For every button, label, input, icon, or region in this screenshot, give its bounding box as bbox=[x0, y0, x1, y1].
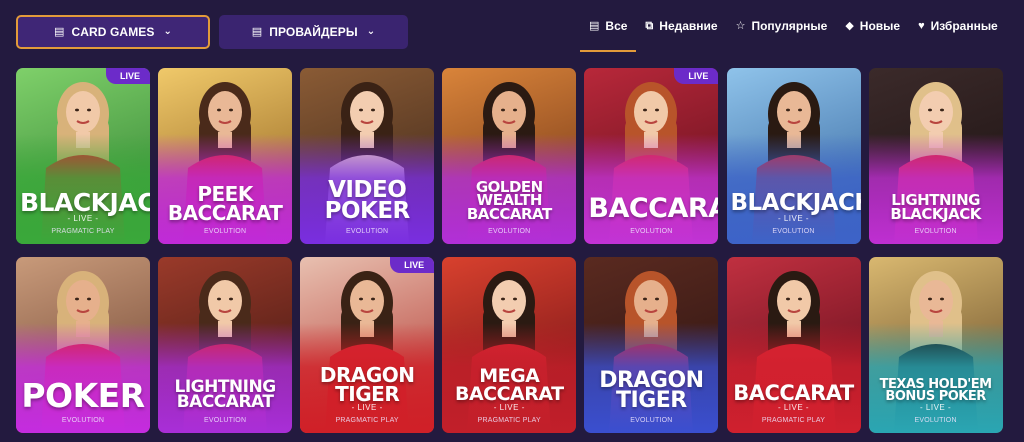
game-card[interactable]: BACCARAT EVOLUTION LIVE bbox=[584, 68, 719, 244]
game-provider: EVOLUTION bbox=[203, 228, 247, 235]
game-card[interactable]: LIGHTNING BACCARAT EVOLUTION bbox=[158, 257, 293, 433]
game-title-line: TIGER bbox=[616, 387, 687, 413]
game-provider: EVOLUTION bbox=[772, 228, 815, 235]
game-provider: PRAGMATIC PLAY bbox=[477, 417, 541, 424]
game-card[interactable]: MEGA BACCARAT - LIVE - PRAGMATIC PLAY bbox=[442, 257, 577, 433]
game-title-line: POKER bbox=[324, 197, 411, 224]
game-title-line: BACCARAT bbox=[167, 200, 283, 225]
game-title-line: POKER bbox=[21, 375, 145, 415]
tab-new[interactable]: ◆ Новые bbox=[836, 0, 909, 52]
star-icon: ☆ bbox=[735, 19, 746, 32]
game-provider: EVOLUTION bbox=[61, 417, 105, 424]
game-title-line: BONUS POKER bbox=[885, 389, 986, 405]
providers-dropdown-label: ПРОВАЙДЕРЫ bbox=[269, 25, 358, 39]
game-title: DRAGON TIGER bbox=[588, 369, 714, 413]
game-card[interactable]: GOLDEN WEALTH BACCARAT EVOLUTION bbox=[442, 68, 577, 244]
live-badge: LIVE bbox=[390, 257, 435, 273]
game-provider: EVOLUTION bbox=[630, 228, 673, 235]
game-card[interactable]: BACCARAT - LIVE - PRAGMATIC PLAY bbox=[726, 257, 861, 433]
game-title: BLACKJACK bbox=[20, 188, 150, 217]
recent-icon: ⧉ bbox=[645, 19, 654, 32]
game-title: LIGHTNING BACCARAT bbox=[162, 378, 288, 413]
game-card[interactable]: TEXAS HOLD'EM BONUS POKER - LIVE - EVOLUTIO… bbox=[868, 257, 1003, 433]
live-badge: LIVE bbox=[674, 68, 719, 84]
live-badge: LIVE bbox=[105, 68, 150, 84]
game-card[interactable]: DRAGON TIGER EVOLUTION bbox=[584, 257, 719, 433]
game-live-label: - LIVE - bbox=[493, 403, 525, 412]
game-title-line: BACCARAT bbox=[588, 193, 718, 225]
list-icon: ▤ bbox=[589, 19, 600, 32]
top-bar: ▤ CARD GAMES ⌄ ▤ ПРОВАЙДЕРЫ ⌄ ▤ Все ⧉ Не… bbox=[0, 0, 1024, 60]
game-card[interactable]: VIDEO POKER EVOLUTION bbox=[300, 68, 435, 244]
game-title: BACCARAT bbox=[588, 193, 718, 225]
game-title-line: TIGER bbox=[335, 381, 400, 406]
game-title-line: BACCARAT bbox=[466, 205, 552, 224]
game-title: VIDEO POKER bbox=[304, 178, 430, 224]
tab-all[interactable]: ▤ Все bbox=[580, 0, 637, 52]
game-card[interactable]: POKER EVOLUTION bbox=[16, 257, 150, 433]
game-title: DRAGON TIGER bbox=[304, 365, 430, 406]
tab-recent[interactable]: ⧉ Недавние bbox=[636, 0, 726, 52]
list-icon: ▤ bbox=[54, 25, 65, 38]
game-title: PEEK BACCARAT bbox=[162, 184, 288, 225]
game-live-label: - LIVE - bbox=[777, 214, 810, 223]
game-live-label: - LIVE - bbox=[920, 403, 952, 412]
game-provider: EVOLUTION bbox=[203, 417, 247, 424]
chevron-down-icon: ⌄ bbox=[163, 26, 172, 37]
game-card[interactable]: PEEK BACCARAT EVOLUTION bbox=[158, 68, 293, 244]
game-title-line: BACCARAT bbox=[454, 382, 564, 405]
tab-label: Новые bbox=[859, 19, 901, 33]
game-card[interactable]: LIGHTNING BLACKJACK EVOLUTION bbox=[868, 68, 1003, 244]
game-live-label: - LIVE - bbox=[777, 403, 810, 412]
diamond-icon: ◆ bbox=[845, 19, 854, 32]
tab-popular[interactable]: ☆ Популярные bbox=[727, 0, 837, 52]
game-title: BACCARAT bbox=[731, 380, 857, 405]
game-provider: EVOLUTION bbox=[346, 228, 389, 235]
tab-label: Все bbox=[605, 19, 628, 33]
game-title-line: BACCARAT bbox=[733, 380, 854, 405]
game-title-line: BLACKJACK bbox=[20, 188, 150, 217]
game-live-label: - LIVE - bbox=[67, 214, 99, 223]
game-provider: PRAGMATIC PLAY bbox=[761, 417, 826, 424]
game-card[interactable]: DRAGON TIGER - LIVE - PRAGMATIC PLAY LIVE bbox=[300, 257, 435, 433]
game-title: GOLDEN WEALTH BACCARAT bbox=[446, 179, 572, 224]
game-title: MEGA BACCARAT bbox=[446, 366, 572, 405]
game-title-line: BACCARAT bbox=[176, 392, 274, 413]
game-title-line: BLACKJACK bbox=[730, 189, 861, 216]
tab-label: Недавние bbox=[659, 19, 718, 33]
heart-icon: ♥ bbox=[918, 19, 925, 32]
filter-tabs: ▤ Все ⧉ Недавние ☆ Популярные ◆ Новые ♥ … bbox=[580, 0, 1007, 52]
game-provider: EVOLUTION bbox=[488, 228, 531, 235]
tab-label: Популярные bbox=[751, 19, 828, 33]
game-card[interactable]: BLACKJACK - LIVE - EVOLUTION bbox=[726, 68, 861, 244]
game-title-line: BLACKJACK bbox=[890, 205, 981, 224]
game-provider: EVOLUTION bbox=[914, 417, 957, 424]
game-provider: PRAGMATIC PLAY bbox=[335, 417, 399, 424]
game-title: BLACKJACK bbox=[730, 189, 861, 216]
category-dropdown-label: CARD GAMES bbox=[71, 25, 155, 39]
tab-label: Избранные bbox=[930, 19, 998, 33]
game-live-label: - LIVE - bbox=[351, 403, 383, 412]
game-provider: EVOLUTION bbox=[630, 417, 673, 424]
game-card[interactable]: BLACKJACK- LIVE - PRAGMATIC PLAY LIVE bbox=[16, 68, 150, 244]
game-title: TEXAS HOLD'EM BONUS POKER bbox=[873, 378, 999, 405]
list-icon: ▤ bbox=[251, 25, 263, 38]
category-dropdown[interactable]: ▤ CARD GAMES ⌄ bbox=[16, 15, 210, 49]
game-provider: EVOLUTION bbox=[914, 228, 957, 235]
game-provider: PRAGMATIC PLAY bbox=[51, 228, 115, 235]
tab-favorites[interactable]: ♥ Избранные bbox=[909, 0, 1007, 52]
game-title: POKER bbox=[20, 375, 146, 415]
chevron-down-icon: ⌄ bbox=[366, 26, 376, 37]
game-title: LIGHTNING BLACKJACK bbox=[873, 193, 999, 224]
providers-dropdown[interactable]: ▤ ПРОВАЙДЕРЫ ⌄ bbox=[219, 15, 408, 49]
